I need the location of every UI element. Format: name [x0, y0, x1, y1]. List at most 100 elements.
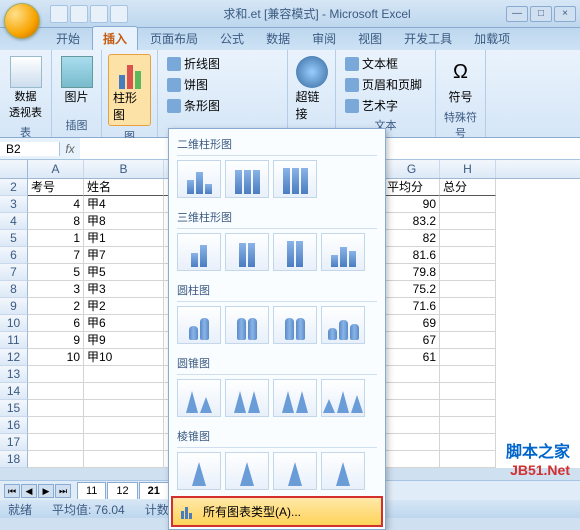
chart-2d-clustered[interactable]	[177, 160, 221, 198]
row-header[interactable]: 6	[0, 247, 28, 264]
cell[interactable]: 甲7	[84, 247, 164, 264]
tab-review[interactable]: 审阅	[302, 27, 346, 50]
qat-redo[interactable]	[90, 5, 108, 23]
cell[interactable]	[440, 383, 496, 400]
chart-cyl-3[interactable]	[273, 306, 317, 344]
cell[interactable]: 平均分	[384, 179, 440, 196]
maximize-button[interactable]: □	[530, 6, 552, 22]
col-header[interactable]: B	[84, 160, 164, 178]
chart-2d-100stacked[interactable]	[273, 160, 317, 198]
bar-chart-button[interactable]: 条形图	[164, 96, 223, 115]
chart-3d-100stacked[interactable]	[273, 233, 317, 271]
cell[interactable]: 甲10	[84, 349, 164, 366]
cell[interactable]	[384, 451, 440, 468]
tab-insert[interactable]: 插入	[92, 26, 138, 50]
row-header[interactable]: 18	[0, 451, 28, 468]
tab-dev[interactable]: 开发工具	[394, 27, 462, 50]
chart-cone-1[interactable]	[177, 379, 221, 417]
cell[interactable]: 7	[28, 247, 84, 264]
cell[interactable]	[440, 417, 496, 434]
row-header[interactable]: 10	[0, 315, 28, 332]
textbox-button[interactable]: 文本框	[342, 54, 425, 73]
row-header[interactable]: 2	[0, 179, 28, 196]
sheet-tab[interactable]: 12	[107, 482, 137, 499]
cell[interactable]	[440, 230, 496, 247]
qat-save[interactable]	[50, 5, 68, 23]
tab-view[interactable]: 视图	[348, 27, 392, 50]
hyperlink-button[interactable]: 超链接	[292, 54, 332, 124]
row-header[interactable]: 16	[0, 417, 28, 434]
chart-cyl-1[interactable]	[177, 306, 221, 344]
fx-icon[interactable]: fx	[60, 142, 80, 156]
cell[interactable]: 甲6	[84, 315, 164, 332]
cell[interactable]: 甲2	[84, 298, 164, 315]
row-header[interactable]: 13	[0, 366, 28, 383]
cell[interactable]: 甲9	[84, 332, 164, 349]
cell[interactable]	[84, 383, 164, 400]
chart-3d-column[interactable]	[321, 233, 365, 271]
cell[interactable]: 10	[28, 349, 84, 366]
cell[interactable]: 4	[28, 196, 84, 213]
row-header[interactable]: 11	[0, 332, 28, 349]
cell[interactable]	[84, 434, 164, 451]
cell[interactable]: 79.8	[384, 264, 440, 281]
chart-cyl-4[interactable]	[321, 306, 365, 344]
cell[interactable]: 总分	[440, 179, 496, 196]
cell[interactable]	[384, 434, 440, 451]
cell[interactable]: 61	[384, 349, 440, 366]
cell[interactable]: 90	[384, 196, 440, 213]
row-header[interactable]: 9	[0, 298, 28, 315]
all-chart-types-button[interactable]: 所有图表类型(A)...	[171, 496, 383, 527]
cell[interactable]	[84, 451, 164, 468]
col-header[interactable]: H	[440, 160, 496, 178]
cell[interactable]: 75.2	[384, 281, 440, 298]
office-orb[interactable]	[4, 3, 40, 39]
cell[interactable]	[440, 247, 496, 264]
row-header[interactable]: 15	[0, 400, 28, 417]
cell[interactable]	[384, 383, 440, 400]
cell[interactable]	[28, 383, 84, 400]
cell[interactable]	[440, 366, 496, 383]
chart-pyr-1[interactable]	[177, 452, 221, 490]
cell[interactable]: 5	[28, 264, 84, 281]
column-chart-button[interactable]: 柱形图	[108, 54, 151, 126]
cell[interactable]	[440, 349, 496, 366]
cell[interactable]	[440, 281, 496, 298]
cell[interactable]	[440, 196, 496, 213]
chart-2d-stacked[interactable]	[225, 160, 269, 198]
chart-pyr-4[interactable]	[321, 452, 365, 490]
cell[interactable]	[440, 434, 496, 451]
chart-cone-2[interactable]	[225, 379, 269, 417]
sheet-nav-first[interactable]: ⏮	[4, 484, 20, 498]
cell[interactable]	[384, 400, 440, 417]
cell[interactable]: 甲8	[84, 213, 164, 230]
qat-more[interactable]	[110, 5, 128, 23]
cell[interactable]: 6	[28, 315, 84, 332]
cell[interactable]: 3	[28, 281, 84, 298]
tab-data[interactable]: 数据	[256, 27, 300, 50]
sheet-nav-prev[interactable]: ◀	[21, 484, 37, 498]
chart-3d-stacked[interactable]	[225, 233, 269, 271]
name-box[interactable]: B2	[0, 142, 60, 156]
symbol-button[interactable]: Ω 符号	[441, 54, 481, 107]
chart-3d-clustered[interactable]	[177, 233, 221, 271]
cell[interactable]: 1	[28, 230, 84, 247]
cell[interactable]	[384, 366, 440, 383]
row-header[interactable]: 14	[0, 383, 28, 400]
cell[interactable]: 83.2	[384, 213, 440, 230]
tab-addin[interactable]: 加载项	[464, 27, 520, 50]
cell[interactable]	[440, 451, 496, 468]
chart-pyr-2[interactable]	[225, 452, 269, 490]
cell[interactable]: 71.6	[384, 298, 440, 315]
cell[interactable]: 82	[384, 230, 440, 247]
tab-formula[interactable]: 公式	[210, 27, 254, 50]
picture-button[interactable]: 图片	[57, 54, 97, 107]
cell[interactable]	[84, 400, 164, 417]
cell[interactable]: 81.6	[384, 247, 440, 264]
cell[interactable]: 8	[28, 213, 84, 230]
cell[interactable]: 9	[28, 332, 84, 349]
cell[interactable]	[28, 400, 84, 417]
cell[interactable]	[28, 451, 84, 468]
row-header[interactable]: 12	[0, 349, 28, 366]
cell[interactable]	[440, 298, 496, 315]
